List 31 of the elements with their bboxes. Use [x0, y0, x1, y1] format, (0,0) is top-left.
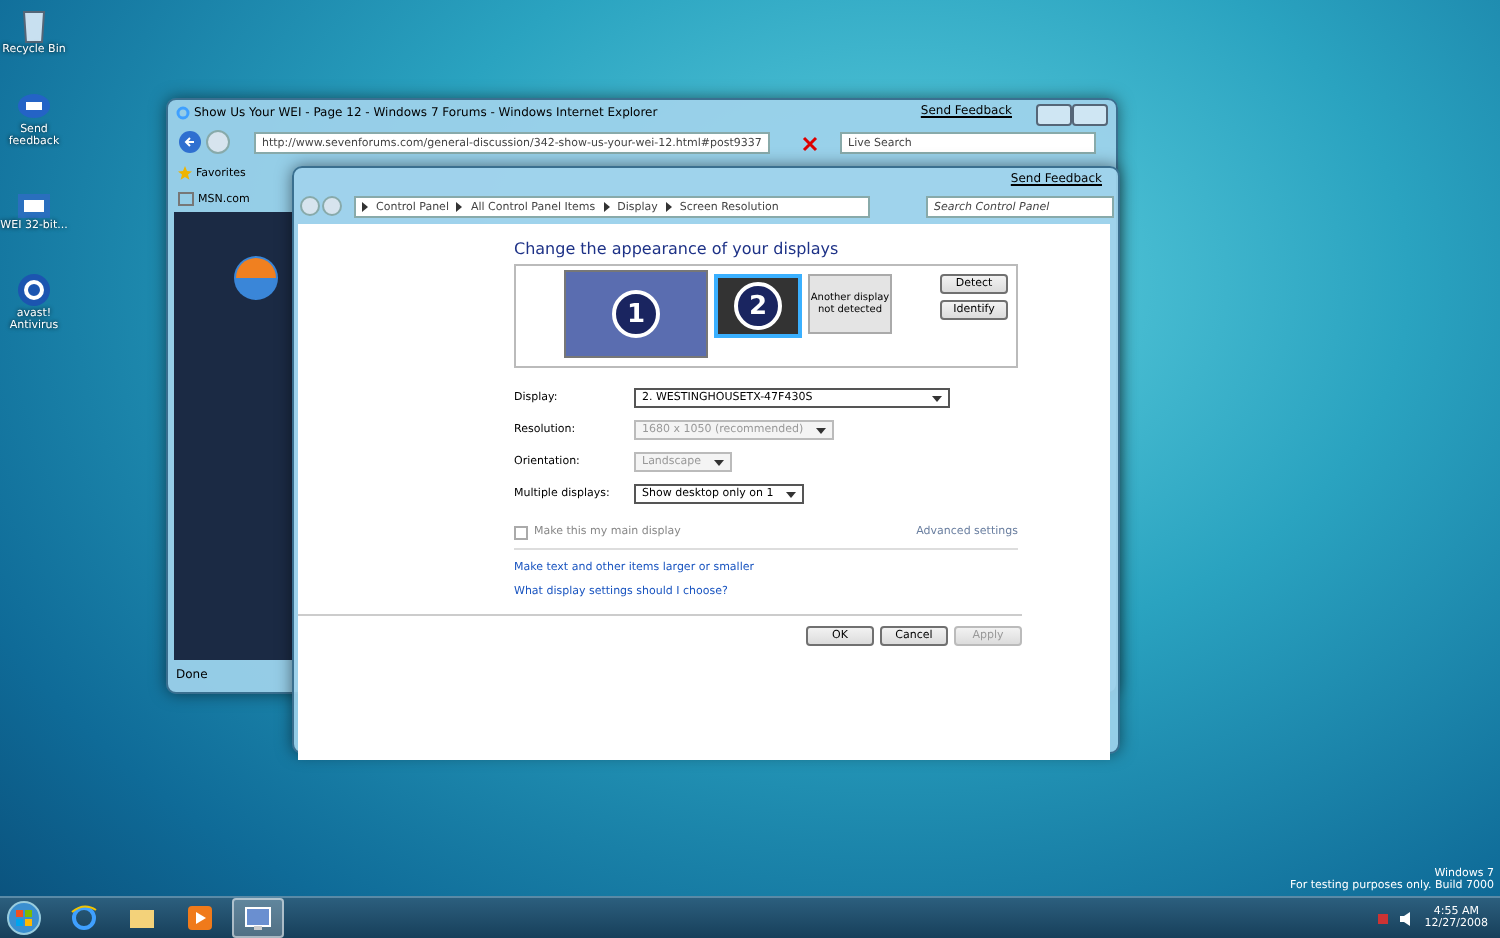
monitor-number: 1	[612, 290, 660, 338]
window-file-icon	[16, 192, 52, 220]
back-icon[interactable]	[178, 130, 202, 154]
minimize-button[interactable]	[1036, 104, 1072, 126]
breadcrumb-arrow-icon	[362, 202, 368, 212]
start-button[interactable]	[6, 900, 42, 936]
browser-icon	[176, 106, 190, 120]
browser-icon	[70, 904, 98, 932]
speaker-icon[interactable]	[1400, 911, 1415, 925]
folder-icon	[128, 906, 156, 930]
breadcrumb-arrow-icon	[456, 202, 463, 212]
monitor-number: 2	[734, 282, 782, 330]
dropdown-arrow-icon	[713, 459, 724, 465]
breadcrumb-arrow-icon	[665, 202, 672, 212]
play-icon	[188, 906, 212, 930]
speech-bubble-icon	[16, 92, 52, 124]
monitor-icon	[244, 905, 272, 931]
recycle-bin-icon	[18, 8, 50, 44]
monitor-tile[interactable]: 1	[564, 270, 708, 358]
star-icon	[178, 166, 192, 180]
logo-icon	[230, 252, 282, 304]
dropdown-arrow-icon	[785, 491, 796, 497]
breadcrumb-arrow-icon	[603, 202, 610, 212]
dropdown-arrow-icon	[932, 395, 942, 401]
dropdown-arrow-icon	[815, 427, 826, 433]
taskbar-button[interactable]	[232, 898, 284, 938]
stop-icon[interactable]	[802, 136, 818, 152]
page-heading: Change the appearance of your displays	[514, 240, 841, 258]
grid-icon[interactable]	[178, 192, 194, 206]
monitor-tile[interactable]: 2	[714, 274, 802, 338]
maximize-button[interactable]	[1072, 104, 1108, 126]
